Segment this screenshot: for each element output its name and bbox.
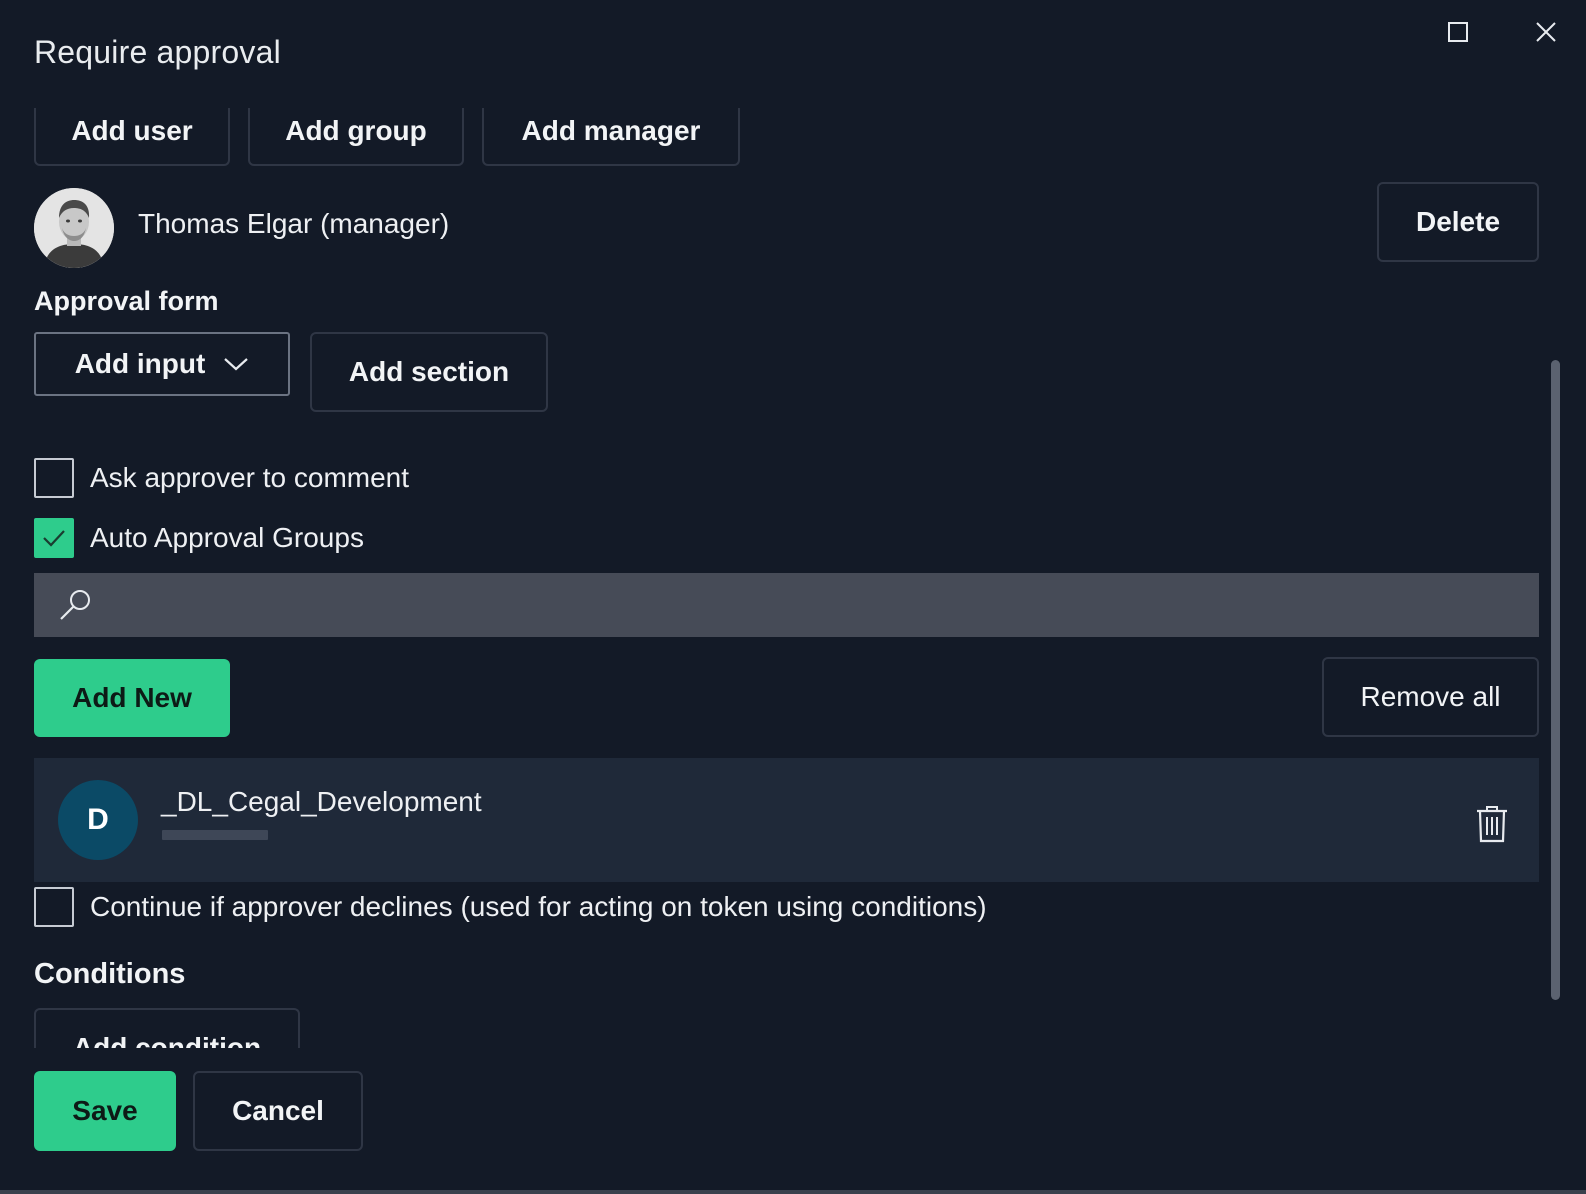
ask-comment-option[interactable]: Ask approver to comment [34, 458, 409, 498]
search-icon [60, 590, 90, 620]
add-section-button[interactable]: Add section [310, 332, 548, 412]
add-input-dropdown[interactable]: Add input [34, 332, 290, 396]
add-condition-button[interactable]: Add condition [34, 1008, 300, 1048]
group-list-item: D _DL_Cegal_Development [34, 758, 1539, 882]
remove-group-button[interactable] [1474, 804, 1510, 844]
checkmark-icon [43, 530, 65, 547]
approver-name: Thomas Elgar (manager) [138, 208, 450, 239]
add-input-label: Add input [74, 348, 206, 379]
add-manager-button[interactable]: Add manager [482, 108, 740, 166]
group-search-input[interactable] [94, 573, 1539, 637]
scrollbar[interactable] [1551, 360, 1560, 1000]
auto-approval-label: Auto Approval Groups [90, 522, 364, 553]
group-subtitle-redacted [162, 830, 268, 840]
remove-all-groups-button[interactable]: Remove all [1322, 657, 1539, 737]
approval-form-heading: Approval form [34, 286, 219, 316]
person-photo-icon [34, 188, 114, 268]
trash-icon [1477, 806, 1507, 843]
conditions-heading: Conditions [34, 958, 186, 990]
continue-if-declines-checkbox[interactable] [34, 887, 74, 927]
group-avatar: D [58, 780, 138, 860]
bottom-divider [0, 1190, 1586, 1194]
save-button[interactable]: Save [34, 1071, 176, 1151]
dialog-content[interactable]: Add user Add group Add manager Thomas El… [0, 108, 1586, 1052]
approver-avatar [34, 188, 114, 268]
require-approval-dialog: Require approval Add user Add group Add … [0, 0, 1586, 1194]
chevron-down-icon [224, 358, 249, 371]
add-user-button[interactable]: Add user [34, 108, 230, 166]
add-new-group-button[interactable]: Add New [34, 659, 230, 737]
auto-approval-option[interactable]: Auto Approval Groups [34, 518, 364, 558]
dialog-title: Require approval [34, 34, 281, 70]
close-button[interactable] [1524, 10, 1568, 54]
ask-comment-checkbox[interactable] [34, 458, 74, 498]
maximize-icon [1448, 22, 1468, 42]
continue-if-declines-label: Continue if approver declines (used for … [90, 891, 987, 922]
maximize-button[interactable] [1436, 10, 1480, 54]
group-search-bar[interactable] [34, 573, 1539, 637]
delete-approver-button[interactable]: Delete [1377, 182, 1539, 262]
group-name: _DL_Cegal_Development [161, 786, 482, 817]
cancel-button[interactable]: Cancel [193, 1071, 363, 1151]
close-icon [1536, 22, 1556, 42]
continue-if-declines-option[interactable]: Continue if approver declines (used for … [34, 887, 987, 927]
add-group-button[interactable]: Add group [248, 108, 464, 166]
auto-approval-checkbox[interactable] [34, 518, 74, 558]
ask-comment-label: Ask approver to comment [90, 462, 410, 493]
